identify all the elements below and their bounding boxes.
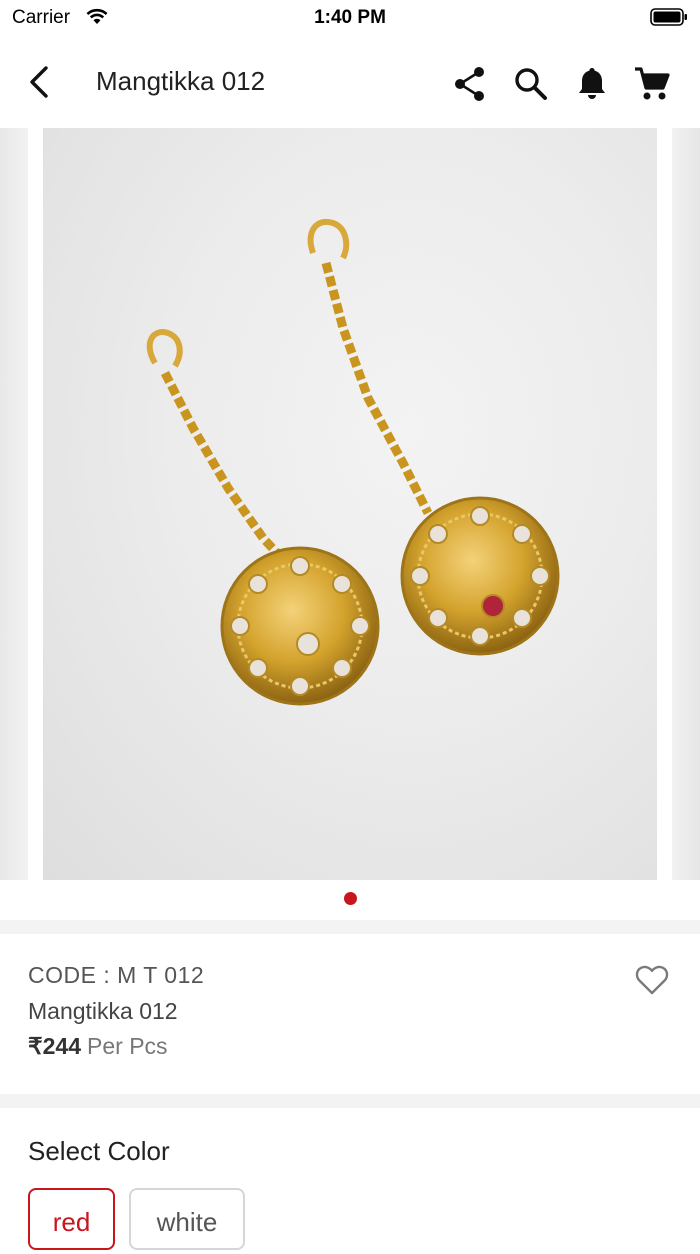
clock-time: 1:40 PM: [314, 7, 386, 28]
carousel-pagination: [0, 892, 700, 908]
wishlist-heart-icon[interactable]: [634, 962, 670, 998]
cart-icon[interactable]: [632, 64, 672, 104]
back-arrow-icon[interactable]: [22, 62, 58, 102]
section-divider: [0, 1094, 700, 1108]
product-price: ₹244: [28, 1033, 82, 1059]
product-photo[interactable]: [43, 128, 657, 880]
status-bar: Carrier 1:40 PM: [0, 0, 700, 36]
select-color-heading: Select Color: [28, 1136, 170, 1166]
color-selector: Select Color red white: [0, 1108, 700, 1250]
product-image-carousel[interactable]: [0, 128, 700, 880]
page-title: Mangtikka 012: [96, 66, 266, 96]
product-name: Mangtikka 012: [28, 998, 178, 1024]
price-unit: Per Pcs: [87, 1033, 168, 1059]
mangtikka-illustration: [146, 218, 560, 706]
previous-image-peek: [0, 128, 28, 880]
battery-icon: [650, 8, 688, 26]
bell-icon[interactable]: [572, 64, 612, 104]
product-details-card: CODE : M T 012 Mangtikka 012 ₹244 Per Pcs: [0, 934, 700, 1094]
share-icon[interactable]: [450, 64, 490, 104]
price-row: ₹244 Per Pcs: [28, 1033, 168, 1060]
next-image-peek: [672, 128, 700, 880]
pagination-dot-active[interactable]: [343, 892, 357, 905]
color-option-red[interactable]: red: [28, 1188, 115, 1250]
section-divider: [0, 920, 700, 934]
top-nav-bar: Mangtikka 012: [0, 42, 700, 122]
search-icon[interactable]: [511, 64, 551, 104]
product-code: CODE : M T 012: [28, 962, 205, 988]
color-option-white[interactable]: white: [129, 1188, 245, 1250]
